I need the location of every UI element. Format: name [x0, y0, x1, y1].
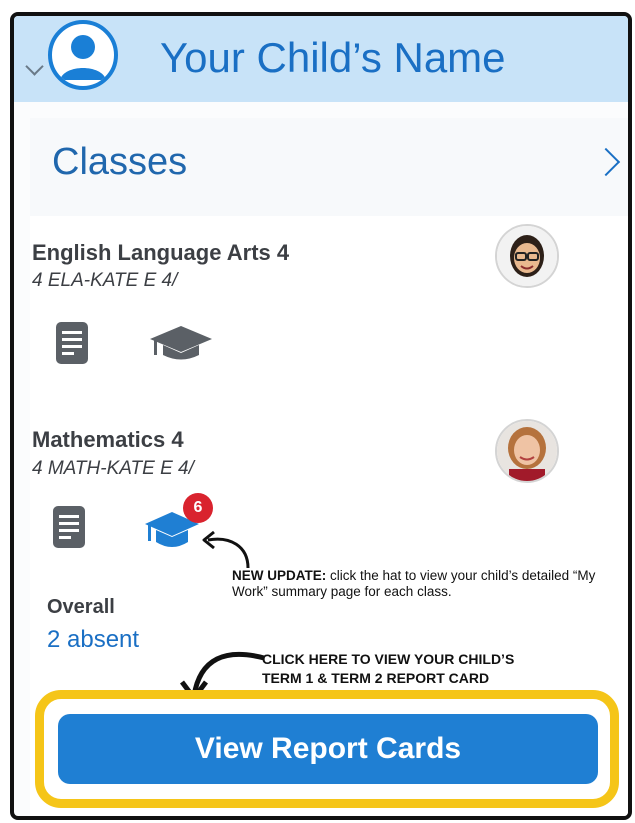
- class-name-math[interactable]: Mathematics 4: [32, 427, 184, 453]
- classes-title[interactable]: Classes: [52, 136, 187, 188]
- class-code-ela: 4 ELA-KATE E 4/: [32, 270, 178, 291]
- child-avatar-icon: [48, 20, 118, 90]
- absent-count[interactable]: 2 absent: [47, 626, 139, 654]
- class-code-math: 4 MATH-KATE E 4/: [32, 458, 194, 479]
- report-card-instruction: CLICK HERE TO VIEW YOUR CHILD’S TERM 1 &…: [262, 650, 514, 688]
- overall-label: Overall: [47, 596, 115, 618]
- class-name-ela[interactable]: English Language Arts 4: [32, 240, 289, 266]
- view-report-cards-button[interactable]: View Report Cards: [58, 714, 598, 784]
- chevron-right-icon[interactable]: [591, 147, 621, 177]
- notification-badge: 6: [183, 493, 213, 523]
- graduation-cap-icon[interactable]: [148, 324, 214, 367]
- chevron-down-icon[interactable]: [25, 57, 44, 76]
- report-card-instruction-line1: CLICK HERE TO VIEW YOUR CHILD’S: [262, 651, 515, 667]
- classes-header[interactable]: Classes: [30, 118, 628, 216]
- teacher-avatar-ela: [495, 224, 559, 288]
- teacher-avatar-math: [495, 419, 559, 483]
- report-card-instruction-line2: TERM 1 & TERM 2 REPORT CARD: [262, 670, 490, 686]
- document-icon[interactable]: [53, 506, 85, 553]
- document-icon[interactable]: [56, 322, 88, 369]
- child-header[interactable]: Your Child’s Name: [14, 16, 628, 102]
- new-update-note: NEW UPDATE: click the hat to view your c…: [232, 568, 628, 600]
- child-name[interactable]: Your Child’s Name: [160, 30, 506, 86]
- new-update-label: NEW UPDATE:: [232, 568, 327, 583]
- curved-arrow-icon: [202, 530, 250, 569]
